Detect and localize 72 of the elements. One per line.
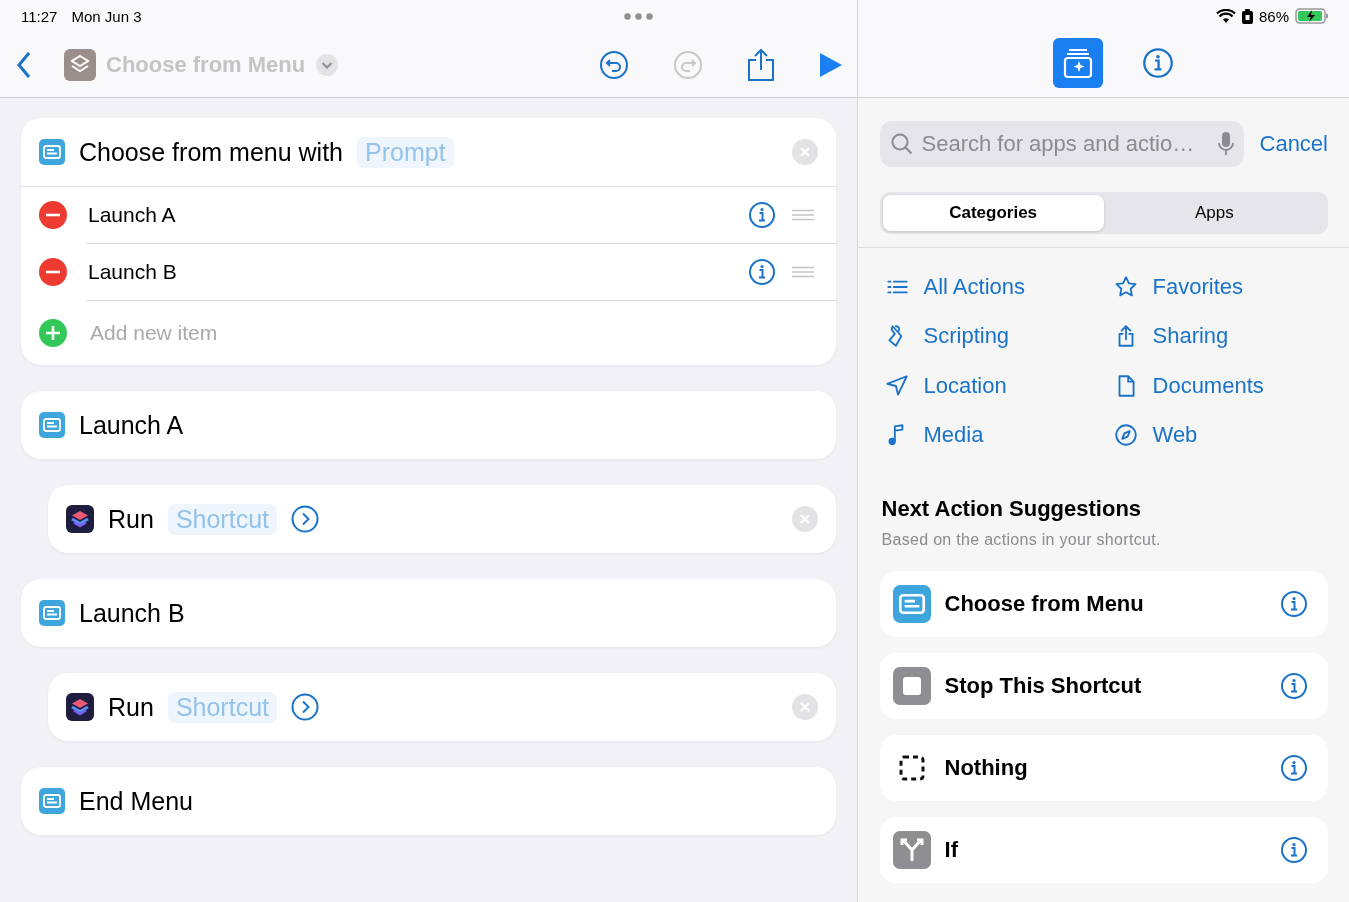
battery-charging-icon bbox=[1295, 8, 1329, 24]
shortcuts-app-icon bbox=[66, 693, 94, 721]
section-heading: Next Action Suggestions bbox=[881, 496, 1143, 522]
category-link[interactable]: Media bbox=[923, 422, 984, 449]
cancel-button[interactable]: Cancel bbox=[1259, 131, 1328, 157]
remove-icon[interactable] bbox=[38, 257, 68, 287]
share-icon[interactable] bbox=[746, 47, 775, 82]
lock-icon bbox=[1241, 8, 1253, 24]
action-label: End Menu bbox=[79, 786, 193, 816]
menu-action-icon bbox=[39, 412, 65, 438]
shortcuts-app-icon bbox=[66, 505, 94, 533]
back-icon[interactable] bbox=[16, 50, 32, 79]
suggestion-label: Choose from Menu bbox=[944, 591, 1145, 617]
add-icon[interactable] bbox=[38, 318, 68, 348]
action-label: Launch B bbox=[79, 598, 185, 628]
category-link[interactable]: Scripting bbox=[923, 323, 1010, 350]
chevron-circle-icon[interactable] bbox=[291, 505, 319, 533]
menu-action-icon bbox=[39, 139, 65, 165]
branch-icon bbox=[892, 831, 931, 869]
segment-tab[interactable]: Categories bbox=[882, 195, 1104, 231]
category-link[interactable]: Location bbox=[923, 372, 1007, 399]
segment-tab[interactable]: Apps bbox=[1103, 195, 1325, 231]
menu-action-icon bbox=[39, 600, 65, 626]
microphone-icon[interactable] bbox=[1217, 131, 1234, 157]
menu-action-icon bbox=[892, 585, 931, 623]
suggestion-label: Stop This Shortcut bbox=[944, 673, 1143, 699]
dropdown-chevron-icon[interactable] bbox=[315, 52, 340, 77]
info-icon bbox=[1142, 47, 1175, 79]
category-link[interactable]: All Actions bbox=[923, 273, 1025, 300]
category-link[interactable]: Favorites bbox=[1152, 273, 1243, 300]
category-link[interactable]: Sharing bbox=[1152, 323, 1229, 350]
suggestion-card[interactable]: Nothing bbox=[879, 735, 1328, 801]
section-subtitle: Based on the actions in your shortcut. bbox=[881, 531, 1162, 549]
category-link[interactable]: Web bbox=[1152, 422, 1198, 449]
suggestion-label: Nothing bbox=[944, 755, 1029, 781]
action-label: Launch A bbox=[79, 410, 184, 440]
drag-handle-icon[interactable] bbox=[791, 266, 814, 278]
wifi-icon bbox=[1215, 8, 1236, 24]
battery-percent: 86% bbox=[1258, 7, 1289, 25]
status-date: Mon Jun 3 bbox=[71, 7, 142, 25]
suggestion-label: If bbox=[944, 837, 959, 863]
remove-icon[interactable] bbox=[38, 200, 68, 230]
suggestion-card[interactable]: Stop This Shortcut bbox=[879, 653, 1328, 719]
stop-icon bbox=[892, 667, 931, 705]
search-icon bbox=[889, 132, 914, 156]
action-label: Run bbox=[108, 692, 154, 722]
status-time: 11:27 bbox=[21, 7, 58, 25]
suggestion-card[interactable]: If bbox=[879, 817, 1328, 883]
info-icon[interactable] bbox=[747, 258, 776, 286]
more-dots-icon[interactable] bbox=[623, 12, 653, 20]
action-label: Choose from menu with bbox=[79, 137, 343, 167]
info-icon[interactable] bbox=[1280, 836, 1308, 864]
info-icon[interactable] bbox=[1280, 754, 1308, 782]
play-icon[interactable] bbox=[818, 51, 843, 78]
compass-icon bbox=[1112, 422, 1139, 449]
menu-action-icon bbox=[39, 788, 65, 814]
info-icon[interactable] bbox=[747, 201, 776, 229]
chevron-circle-icon[interactable] bbox=[291, 693, 319, 721]
search-field[interactable]: Search for apps and actio… bbox=[879, 121, 1244, 167]
add-item-placeholder[interactable]: Add new item bbox=[90, 321, 218, 345]
category-link[interactable]: Documents bbox=[1152, 372, 1264, 399]
undo-icon[interactable] bbox=[598, 49, 629, 80]
drag-handle-icon[interactable] bbox=[791, 209, 814, 221]
action-label: Run bbox=[108, 504, 154, 534]
info-icon[interactable] bbox=[1280, 590, 1308, 618]
sparkle-stack-icon bbox=[1062, 47, 1095, 79]
action-library-button[interactable] bbox=[1053, 38, 1104, 88]
menu-item-label[interactable]: Launch B bbox=[88, 260, 748, 284]
layers-app-icon bbox=[64, 48, 96, 81]
menu-item-label[interactable]: Launch A bbox=[88, 203, 748, 227]
suggestion-card[interactable]: Choose from Menu bbox=[879, 571, 1328, 637]
info-icon[interactable] bbox=[1280, 672, 1308, 700]
